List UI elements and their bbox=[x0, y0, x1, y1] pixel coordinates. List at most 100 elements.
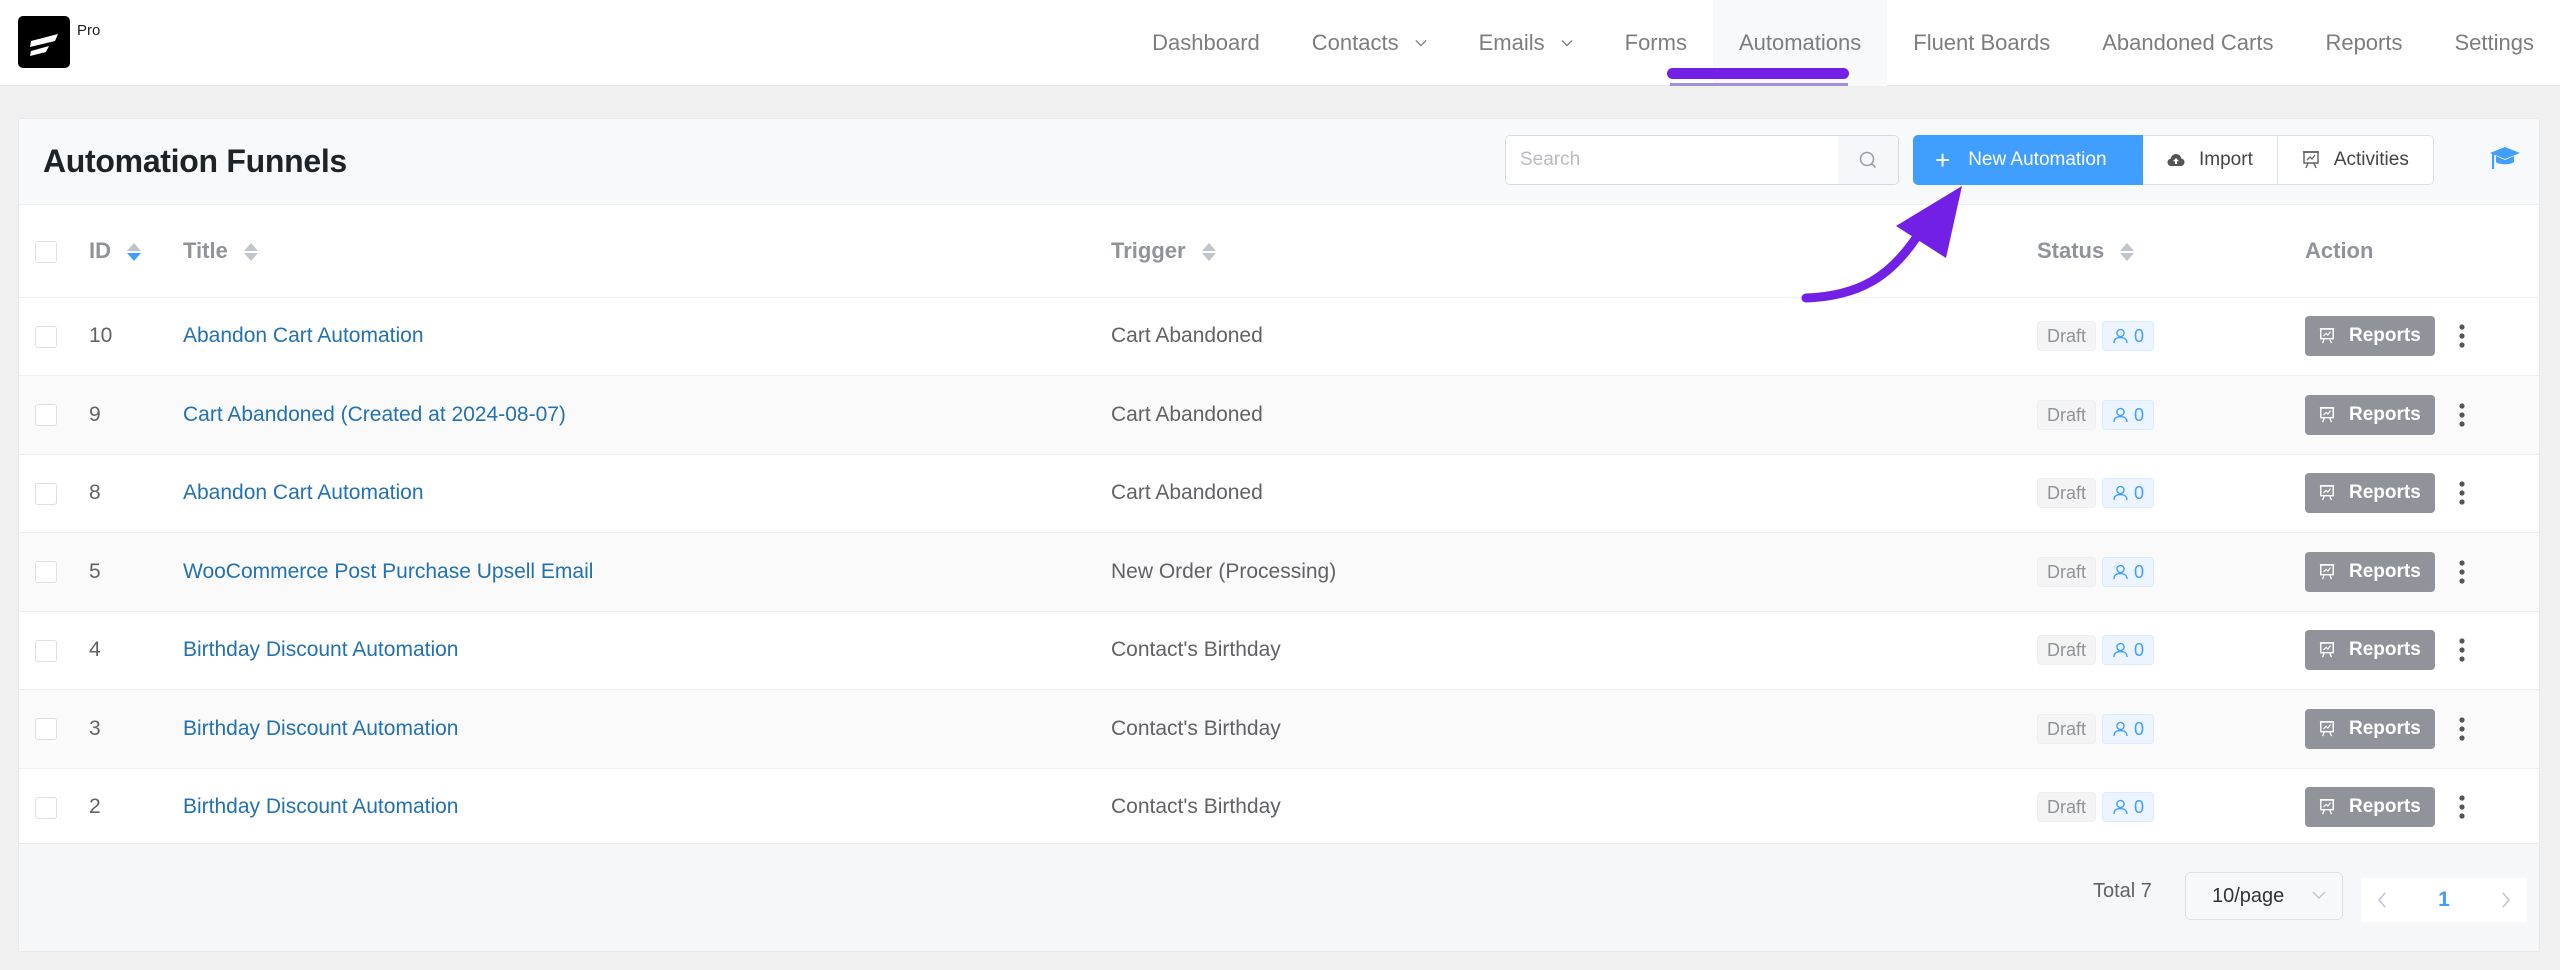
search-box bbox=[1505, 135, 1899, 185]
automation-title-link[interactable]: Abandon Cart Automation bbox=[183, 324, 424, 347]
reports-label: Reports bbox=[2349, 639, 2421, 661]
status-badge: Draft bbox=[2037, 556, 2097, 587]
user-icon bbox=[2113, 642, 2128, 658]
per-page-select[interactable]: 10/page bbox=[2185, 872, 2343, 920]
reports-button[interactable]: Reports bbox=[2305, 551, 2435, 592]
fluentcrm-logo-icon[interactable] bbox=[18, 16, 70, 68]
nav-item-label: Settings bbox=[2454, 30, 2535, 55]
reports-label: Reports bbox=[2349, 325, 2421, 347]
nav-item-fluent-boards[interactable]: Fluent Boards bbox=[1887, 0, 2076, 86]
select-all-checkbox[interactable] bbox=[35, 240, 57, 263]
nav-item-emails[interactable]: Emails bbox=[1453, 0, 1599, 86]
reports-button[interactable]: Reports bbox=[2305, 787, 2435, 828]
row-id: 3 bbox=[89, 716, 101, 740]
import-button[interactable]: Import bbox=[2143, 135, 2278, 185]
presentation-chart-icon bbox=[2319, 485, 2335, 501]
reports-label: Reports bbox=[2349, 403, 2421, 425]
nav-item-label: Contacts bbox=[1311, 30, 1399, 55]
automation-title-link[interactable]: Cart Abandoned (Created at 2024-08-07) bbox=[183, 403, 566, 426]
more-vertical-icon[interactable] bbox=[2457, 794, 2467, 820]
status-badge: Draft bbox=[2037, 399, 2097, 430]
cloud-upload-icon bbox=[2167, 154, 2185, 166]
automation-title-link[interactable]: Birthday Discount Automation bbox=[183, 717, 458, 740]
more-vertical-icon[interactable] bbox=[2457, 402, 2467, 428]
reports-button[interactable]: Reports bbox=[2305, 630, 2435, 671]
table-row: 8 Abandon Cart Automation Cart Abandoned Dr… bbox=[19, 454, 2539, 533]
more-vertical-icon[interactable] bbox=[2457, 323, 2467, 349]
reports-label: Reports bbox=[2349, 796, 2421, 818]
nav-item-label: Forms bbox=[1624, 30, 1687, 55]
more-vertical-icon[interactable] bbox=[2457, 637, 2467, 663]
search-button[interactable] bbox=[1838, 136, 1898, 184]
automation-title-link[interactable]: Birthday Discount Automation bbox=[183, 795, 458, 818]
subscriber-count-badge: 0 bbox=[2102, 478, 2155, 509]
row-checkbox[interactable] bbox=[35, 404, 57, 427]
subscriber-count: 0 bbox=[2134, 561, 2145, 582]
row-checkbox[interactable] bbox=[35, 796, 57, 819]
sort-icon[interactable] bbox=[2120, 241, 2135, 263]
activities-button[interactable]: Activities bbox=[2277, 135, 2434, 185]
column-header-status[interactable]: Status bbox=[2037, 205, 2305, 298]
reports-button[interactable]: Reports bbox=[2305, 316, 2435, 357]
automation-title-link[interactable]: WooCommerce Post Purchase Upsell Email bbox=[183, 560, 593, 583]
sort-icon[interactable] bbox=[1201, 241, 1216, 263]
row-trigger: Contact's Birthday bbox=[1111, 716, 1281, 740]
column-header-trigger[interactable]: Trigger bbox=[1111, 205, 2037, 298]
column-header-id[interactable]: ID bbox=[89, 205, 183, 298]
status-badge: Draft bbox=[2037, 478, 2097, 509]
sort-icon[interactable] bbox=[127, 241, 142, 263]
row-trigger: New Order (Processing) bbox=[1111, 559, 1337, 583]
row-checkbox[interactable] bbox=[35, 718, 57, 741]
presentation-chart-icon bbox=[2319, 799, 2335, 815]
row-trigger: Cart Abandoned bbox=[1111, 324, 1263, 348]
subscriber-count: 0 bbox=[2134, 404, 2145, 425]
graduation-cap-icon[interactable] bbox=[2489, 145, 2521, 175]
pagination-footer: Total 7 10/page 1 bbox=[19, 843, 2539, 951]
more-vertical-icon[interactable] bbox=[2457, 480, 2467, 506]
nav-item-label: Emails bbox=[1478, 30, 1545, 55]
column-header-title[interactable]: Title bbox=[183, 205, 1111, 298]
row-trigger: Cart Abandoned bbox=[1111, 481, 1263, 505]
presentation-chart-icon bbox=[2319, 563, 2335, 580]
sort-icon[interactable] bbox=[243, 241, 258, 263]
column-label-trigger: Trigger bbox=[1111, 237, 1186, 263]
reports-button[interactable]: Reports bbox=[2305, 708, 2435, 749]
status-badge: Draft bbox=[2037, 792, 2097, 823]
new-automation-button[interactable]: + New Automation bbox=[1913, 135, 2143, 185]
row-checkbox[interactable] bbox=[35, 482, 57, 505]
row-id: 9 bbox=[89, 402, 101, 426]
chevron-down-icon bbox=[1560, 39, 1573, 47]
user-icon bbox=[2113, 721, 2128, 736]
row-checkbox[interactable] bbox=[35, 639, 57, 662]
import-label: Import bbox=[2199, 149, 2253, 170]
automation-funnels-card: Automation Funnels + New Automation I bbox=[18, 118, 2540, 952]
nav-item-contacts[interactable]: Contacts bbox=[1286, 0, 1453, 86]
reports-button[interactable]: Reports bbox=[2305, 394, 2435, 435]
reports-button[interactable]: Reports bbox=[2305, 473, 2435, 514]
row-checkbox[interactable] bbox=[35, 561, 57, 584]
row-id: 5 bbox=[89, 559, 101, 583]
pro-badge: Pro bbox=[77, 22, 101, 39]
row-id: 10 bbox=[89, 324, 113, 348]
search-input[interactable] bbox=[1506, 136, 1836, 184]
page-number-current[interactable]: 1 bbox=[2438, 888, 2450, 912]
nav-item-settings[interactable]: Settings bbox=[2429, 0, 2560, 86]
more-vertical-icon[interactable] bbox=[2457, 559, 2467, 585]
table-row: 5 WooCommerce Post Purchase Upsell Email N… bbox=[19, 532, 2539, 612]
presentation-chart-icon bbox=[2319, 328, 2335, 344]
automation-title-link[interactable]: Birthday Discount Automation bbox=[183, 638, 458, 661]
nav-item-dashboard[interactable]: Dashboard bbox=[1126, 0, 1286, 86]
nav-item-abandoned-carts[interactable]: Abandoned Carts bbox=[2076, 0, 2299, 86]
table-row: 9 Cart Abandoned (Created at 2024-08-07) C… bbox=[19, 375, 2539, 455]
prev-page-icon[interactable] bbox=[2377, 892, 2387, 908]
subscriber-count-badge: 0 bbox=[2102, 792, 2155, 823]
per-page-value: 10/page bbox=[2212, 884, 2285, 907]
subscriber-count-badge: 0 bbox=[2102, 399, 2155, 430]
more-vertical-icon[interactable] bbox=[2457, 716, 2467, 742]
row-checkbox[interactable] bbox=[35, 325, 57, 348]
next-page-icon[interactable] bbox=[2501, 892, 2511, 908]
automation-title-link[interactable]: Abandon Cart Automation bbox=[183, 481, 424, 504]
table-row: 2 Birthday Discount Automation Contact's B… bbox=[19, 768, 2539, 847]
status-badge: Draft bbox=[2037, 635, 2097, 666]
nav-item-reports[interactable]: Reports bbox=[2299, 0, 2428, 86]
